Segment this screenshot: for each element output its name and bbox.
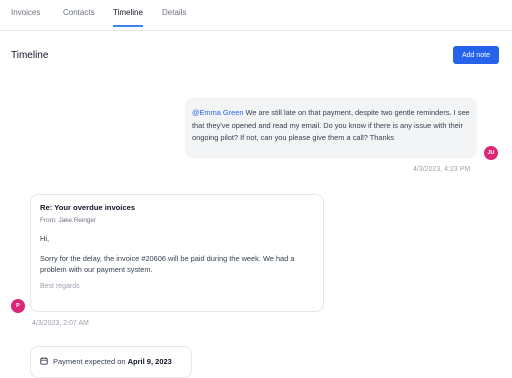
avatar[interactable]: JU	[484, 146, 498, 160]
calendar-icon	[40, 357, 48, 365]
email-signoff: Best regards	[40, 282, 80, 290]
email-sender: From: Jake Reinger	[40, 217, 97, 224]
tab-bar: Invoices Contacts Timeline Details	[0, 0, 512, 31]
tab-contacts[interactable]: Contacts	[63, 8, 95, 27]
email-body: Hi, Sorry for the delay, the invoice #20…	[40, 233, 314, 276]
payment-event-card: Payment expected on April 9, 2023	[30, 346, 192, 378]
tab-timeline[interactable]: Timeline	[113, 8, 143, 27]
payment-prefix: Payment expected on	[53, 357, 128, 366]
email-timestamp: 4/3/2023, 2:07 AM	[32, 320, 89, 327]
email-subject: Re: Your overdue invoices	[40, 203, 136, 212]
add-note-button[interactable]: Add note	[453, 46, 499, 64]
payment-date: April 9, 2023	[127, 357, 172, 366]
page-title: Timeline	[11, 50, 49, 61]
avatar[interactable]: P	[11, 299, 25, 313]
payment-text: Payment expected on April 9, 2023	[53, 357, 172, 366]
tab-details[interactable]: Details	[162, 8, 186, 27]
note-timestamp: 4/3/2023, 4:23 PM	[413, 166, 471, 173]
email-greeting: Hi,	[40, 234, 50, 243]
email-message: Sorry for the delay, the invoice #20606 …	[40, 253, 295, 275]
email-card[interactable]: Re: Your overdue invoices From: Jake Rei…	[30, 194, 324, 312]
tab-invoices[interactable]: Invoices	[11, 8, 40, 27]
mention-link[interactable]: @Emma Green	[192, 108, 243, 117]
note-bubble: @Emma Green We are still late on that pa…	[185, 98, 477, 158]
